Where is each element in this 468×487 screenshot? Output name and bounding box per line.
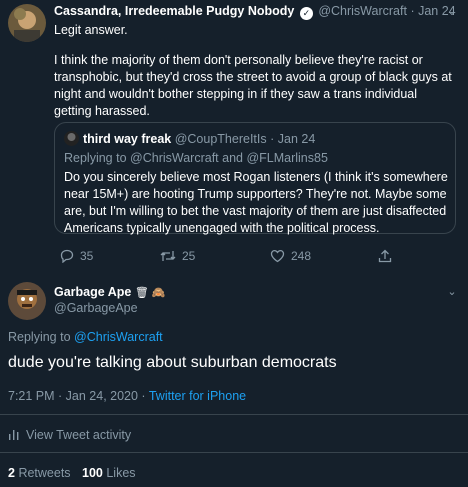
main-user-info: Garbage Ape 🗑 🙈 xyxy=(54,285,166,299)
retweet-stat-count: 2 xyxy=(8,466,15,480)
like-count: 248 xyxy=(291,249,312,263)
share-action[interactable] xyxy=(378,249,398,263)
parent-display-name[interactable]: Cassandra, Irredeemable Pudgy Nobody xyxy=(54,4,294,18)
quoted-text: Do you sincerely believe most Rogan list… xyxy=(64,170,448,235)
quoted-tweet[interactable]: third way freak @CoupThereItIs · Jan 24 … xyxy=(54,122,456,235)
main-tweet-text: dude you're talking about suburban democ… xyxy=(8,354,337,371)
parent-avatar[interactable] xyxy=(8,4,46,42)
tweet-meta: 7:21 PM · Jan 24, 2020 · Twitter for iPh… xyxy=(8,389,246,403)
like-stat-label: Likes xyxy=(106,466,136,480)
verified-icon: ✓ xyxy=(299,7,313,20)
quoted-replying: Replying to @ChrisWarcraft and @FLMarlin… xyxy=(64,151,328,165)
like-stats[interactable]: 100 Likes xyxy=(82,466,136,480)
view-tweet-activity[interactable]: View Tweet activity xyxy=(8,428,131,442)
retweet-action[interactable]: 25 xyxy=(160,249,195,263)
name-badges: 🗑 🙈 xyxy=(134,287,166,299)
share-icon xyxy=(378,249,392,263)
reply-icon xyxy=(60,249,74,264)
reply-action[interactable]: 35 xyxy=(60,249,94,264)
retweet-stats[interactable]: 2 Retweets xyxy=(8,466,71,480)
quoted-avatar xyxy=(64,131,79,146)
retweet-stat-label: Retweets xyxy=(18,466,71,480)
divider-2 xyxy=(0,452,468,453)
source-link[interactable]: Twitter for iPhone xyxy=(149,389,246,403)
bar-chart-icon xyxy=(9,430,19,440)
main-display-name[interactable]: Garbage Ape xyxy=(54,285,131,299)
quoted-header: third way freak @CoupThereItIs · Jan 24 xyxy=(64,131,452,146)
main-chevron-down-icon[interactable]: ⌄ xyxy=(446,286,458,298)
replying-to-link[interactable]: @ChrisWarcraft xyxy=(74,330,163,344)
retweet-icon xyxy=(160,251,176,261)
divider-1 xyxy=(0,414,468,415)
quoted-handle: @CoupThereItIs xyxy=(174,132,267,146)
heart-icon xyxy=(270,249,285,263)
quoted-date: Jan 24 xyxy=(277,132,316,146)
main-replying: Replying to @ChrisWarcraft xyxy=(8,330,163,344)
reply-count: 35 xyxy=(80,249,94,263)
like-action[interactable]: 248 xyxy=(270,249,311,263)
main-avatar[interactable] xyxy=(8,282,46,320)
parent-line2: I think the majority of them don't perso… xyxy=(54,53,452,118)
parent-tweet-header: Cassandra, Irredeemable Pudgy Nobody ✓ @… xyxy=(54,4,456,20)
chevron-down-icon[interactable]: ⌄ xyxy=(446,6,458,18)
parent-line1: Legit answer. xyxy=(54,23,128,37)
main-handle[interactable]: @GarbageApe xyxy=(54,301,138,315)
timestamp[interactable]: 7:21 PM · Jan 24, 2020 · xyxy=(8,389,146,403)
parent-handle[interactable]: @ChrisWarcraft xyxy=(318,4,407,18)
like-stat-count: 100 xyxy=(82,466,103,480)
retweet-count: 25 xyxy=(182,249,196,263)
quoted-display-name: third way freak xyxy=(83,132,172,146)
